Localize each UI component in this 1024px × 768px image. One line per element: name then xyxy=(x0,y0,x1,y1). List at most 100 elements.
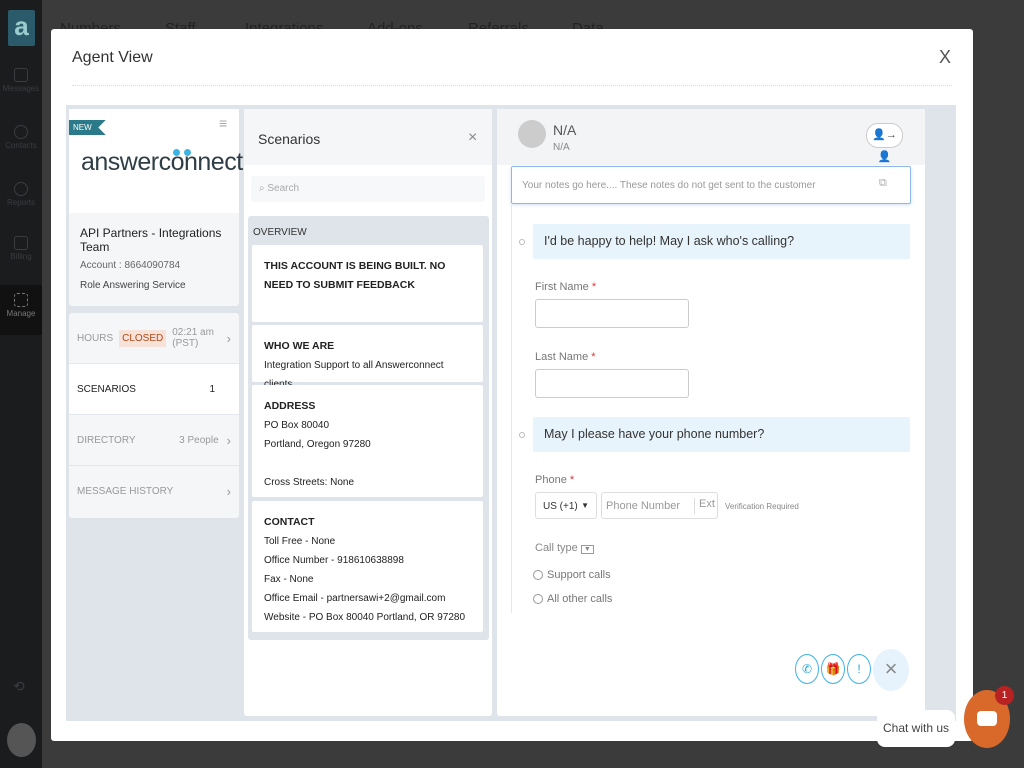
verification-note: Verification Required xyxy=(725,502,799,511)
step-dot-icon xyxy=(519,239,525,245)
notice-card: THIS ACCOUNT IS BEING BUILT. NO NEED TO … xyxy=(252,245,483,322)
card-title: ADDRESS xyxy=(264,400,316,412)
country-code-select[interactable]: US (+1) ▼ xyxy=(535,492,597,519)
hours-time: 02:21 am (PST) xyxy=(172,327,214,349)
nav-hours[interactable]: HOURS CLOSED 02:21 am (PST) › xyxy=(69,313,239,364)
sidebar-item-messages[interactable]: Messages xyxy=(0,68,42,93)
nav-message-history[interactable]: MESSAGE HISTORY › xyxy=(69,466,239,517)
sidebar-item-manage[interactable]: Manage xyxy=(0,285,42,335)
contacts-icon xyxy=(14,125,28,139)
last-name-label: Last Name * xyxy=(535,351,596,363)
chevron-right-icon: › xyxy=(226,484,231,499)
scenarios-title: Scenarios xyxy=(258,131,321,147)
nav-directory[interactable]: DIRECTORY 3 People › xyxy=(69,415,239,466)
radio-support-calls[interactable]: Support calls xyxy=(533,569,611,581)
app-sidebar: a Messages Contacts Reports Billing Mana… xyxy=(0,0,42,768)
new-badge: NEW xyxy=(69,120,106,135)
scenarios-header: Scenarios × xyxy=(244,109,492,165)
required-marker: * xyxy=(591,281,597,293)
gift-icon[interactable]: 🎁 xyxy=(821,654,845,684)
required-marker: * xyxy=(569,474,575,486)
phone-icon[interactable]: ✆ xyxy=(795,654,819,684)
caret-down-icon: ▼ xyxy=(581,501,589,510)
notes-input[interactable]: Your notes go here.... These notes do no… xyxy=(511,166,911,204)
end-call-button[interactable]: × xyxy=(873,649,909,691)
radio-all-other-calls[interactable]: All other calls xyxy=(533,593,612,605)
account-nav: HOURS CLOSED 02:21 am (PST) › SCENARIOS 1 DI… xyxy=(69,313,239,518)
transfer-call-icon[interactable]: 👤→👤 xyxy=(866,123,903,163)
account-card: NEW ≡ answerconnect API Partners - Integ… xyxy=(69,109,243,306)
modal-close-button[interactable]: X xyxy=(939,47,951,68)
contact-card: CONTACT Toll Free - None Office Number - 9… xyxy=(252,501,483,632)
fax: Fax - None xyxy=(264,574,314,585)
label-text: Call type xyxy=(535,542,578,554)
chat-icon xyxy=(977,711,997,726)
scenario-search-input[interactable]: ⌕ Search xyxy=(251,176,485,202)
sidebar-label: Reports xyxy=(6,198,35,207)
toll-free: Toll Free - None xyxy=(264,536,336,547)
card-title: CONTACT xyxy=(264,516,315,528)
integration-icon[interactable]: ⟲ xyxy=(13,678,25,695)
label-text: Phone xyxy=(535,474,567,486)
user-avatar[interactable] xyxy=(7,723,36,757)
copy-icon[interactable]: ⧉ xyxy=(879,177,887,190)
sidebar-label: Billing xyxy=(10,252,32,261)
phone-label: Phone * xyxy=(535,474,574,486)
sidebar-label: Manage xyxy=(6,309,36,318)
scenarios-close-button[interactable]: × xyxy=(468,129,477,147)
nav-label: SCENARIOS xyxy=(77,383,136,395)
address-line: PO Box 80040 xyxy=(264,420,330,431)
first-name-input[interactable] xyxy=(535,299,689,328)
sliders-icon xyxy=(14,293,28,307)
who-we-are-card: WHO WE ARE Integration Support to all Ans… xyxy=(252,325,483,390)
inbox-icon xyxy=(14,68,28,82)
sidebar-label: Contacts xyxy=(5,141,37,150)
brand-logo: answerconnect xyxy=(81,148,243,176)
chevron-right-icon: › xyxy=(226,330,231,346)
overview-section: OVERVIEW THIS ACCOUNT IS BEING BUILT. NO… xyxy=(248,216,489,640)
office-number: Office Number - 918610638898 xyxy=(264,555,404,566)
chat-label[interactable]: Chat with us xyxy=(877,710,955,747)
sidebar-item-reports[interactable]: Reports xyxy=(0,182,42,207)
notice-text: THIS ACCOUNT IS BEING BUILT. NO NEED TO … xyxy=(264,260,446,291)
first-name-label: First Name * xyxy=(535,281,596,293)
phone-placeholder: Phone Number xyxy=(606,500,680,512)
country-code: US (+1) xyxy=(543,501,578,512)
caller-avatar xyxy=(518,120,546,148)
card-icon xyxy=(14,236,28,250)
account-name: API Partners - Integrations Team xyxy=(80,226,222,254)
account-number: Account : 8664090784 xyxy=(80,260,181,271)
option-label: All other calls xyxy=(547,593,613,605)
sidebar-item-billing[interactable]: Billing xyxy=(0,236,42,261)
label-text: First Name xyxy=(535,281,589,293)
agent-workspace: NEW ≡ answerconnect API Partners - Integ… xyxy=(66,105,956,721)
timeline-line xyxy=(511,205,512,613)
label-text: Last Name xyxy=(535,351,589,363)
last-name-input[interactable] xyxy=(535,369,689,398)
caller-name: N/A xyxy=(553,122,577,138)
agent-view-modal: Agent View X NEW ≡ answerconnect API Par… xyxy=(51,29,973,741)
ext-input[interactable]: Ext xyxy=(694,498,715,514)
account-role: Role Answering Service xyxy=(80,280,186,291)
pie-chart-icon xyxy=(14,182,28,196)
overview-label: OVERVIEW xyxy=(253,227,307,238)
address-card: ADDRESS PO Box 80040 Portland, Oregon 9728… xyxy=(252,385,483,497)
scenario-count: 1 xyxy=(209,383,215,395)
nav-label: DIRECTORY xyxy=(77,434,136,446)
menu-icon[interactable]: ≡ xyxy=(219,115,227,131)
chat-badge: 1 xyxy=(995,686,1014,705)
sidebar-item-contacts[interactable]: Contacts xyxy=(0,125,42,150)
dropdown-icon[interactable]: ▼ xyxy=(580,545,594,554)
modal-title: Agent View xyxy=(72,49,153,66)
website: Website - PO Box 80040 Portland, OR 9728… xyxy=(264,612,466,623)
phone-number-input[interactable]: Phone Number Ext xyxy=(601,492,718,519)
nav-scenarios[interactable]: SCENARIOS 1 xyxy=(69,364,239,415)
caller-panel: N/A N/A 👤→👤 Your notes go here.... These… xyxy=(497,109,925,716)
required-marker: * xyxy=(591,351,596,363)
script-prompt: I'd be happy to help! May I ask who's ca… xyxy=(533,224,910,259)
sidebar-label: Messages xyxy=(2,84,40,93)
app-logo[interactable]: a xyxy=(8,10,35,46)
chevron-right-icon: › xyxy=(226,432,231,448)
alert-message-icon[interactable]: ! xyxy=(847,654,871,684)
caller-subtitle: N/A xyxy=(553,142,570,153)
